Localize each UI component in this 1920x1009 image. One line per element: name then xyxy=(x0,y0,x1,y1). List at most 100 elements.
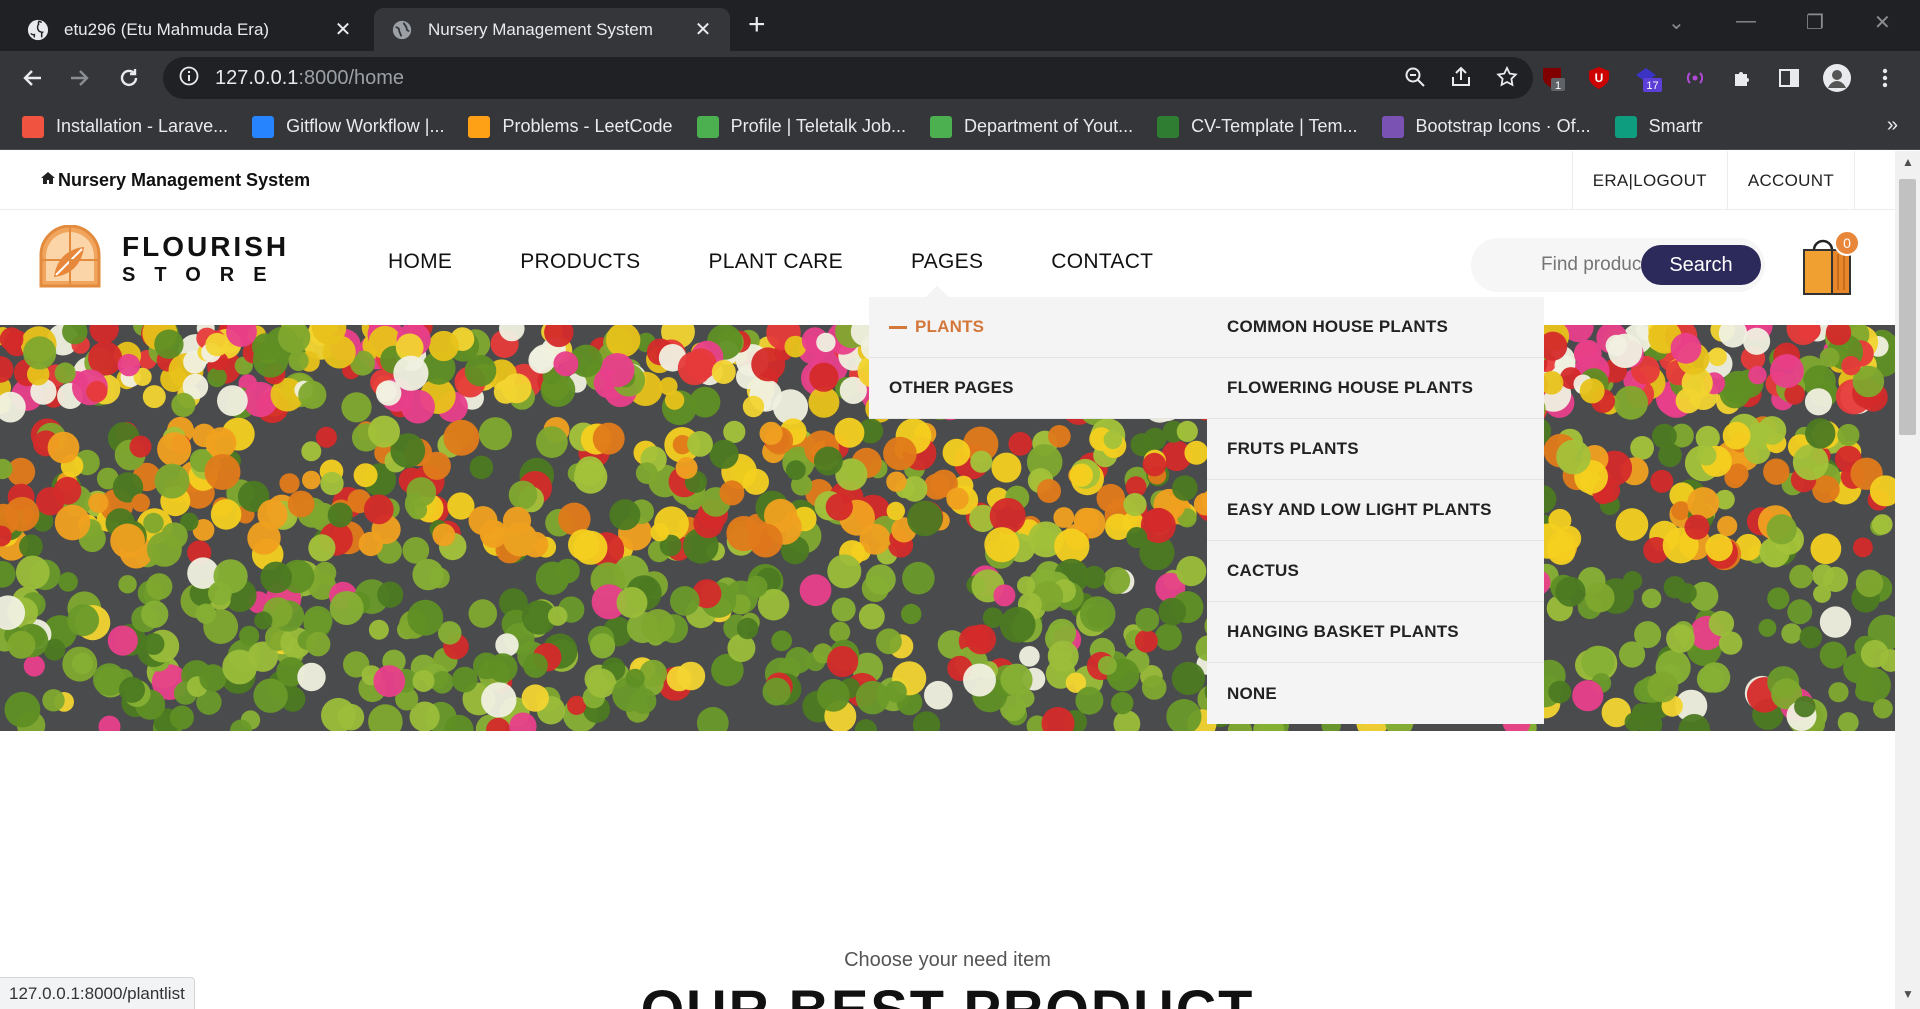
new-tab-icon[interactable]: + xyxy=(748,10,766,40)
nav-home[interactable]: HOME xyxy=(388,250,452,274)
site-info-icon[interactable] xyxy=(179,66,199,91)
atlassian-icon xyxy=(252,115,275,138)
ublock-origin-icon[interactable]: U xyxy=(1584,63,1614,93)
dropdown-item-cactus[interactable]: CACTUS xyxy=(1207,541,1544,602)
nav-products[interactable]: PRODUCTS xyxy=(520,250,640,274)
web-page: Nursery Management System ERA|LOGOUT ACC… xyxy=(0,151,1895,1009)
bookmark-label: Department of Yout... xyxy=(964,116,1134,136)
close-tab-icon[interactable]: ✕ xyxy=(332,19,354,41)
browser-menu-icon[interactable] xyxy=(1870,63,1900,93)
svg-text:U: U xyxy=(1595,71,1604,85)
page-scrollbar[interactable]: ▲ ▼ xyxy=(1895,151,1920,1009)
search-box: Search xyxy=(1471,238,1765,292)
bookmark-item[interactable]: Installation - Larave... xyxy=(22,115,228,138)
scrollbar-thumb[interactable] xyxy=(1899,179,1916,435)
nav-plant-care[interactable]: PLANT CARE xyxy=(708,250,843,274)
leetcode-icon xyxy=(468,115,491,138)
svg-text:1: 1 xyxy=(1555,80,1561,92)
teletalk-icon xyxy=(696,115,719,138)
shopping-bag-icon xyxy=(1800,239,1856,300)
cv-icon xyxy=(1157,115,1180,138)
govt-icon xyxy=(930,115,952,138)
back-icon[interactable] xyxy=(16,61,50,95)
tab-search-icon[interactable]: ⌄ xyxy=(1668,10,1685,35)
tab-title: Nursery Management System xyxy=(428,19,653,39)
pages-dropdown-menu: PLANTS OTHER PAGES COMMON HOUSE PLANTS F… xyxy=(869,285,1544,724)
nav-contact[interactable]: CONTACT xyxy=(1051,250,1153,274)
store-logo[interactable]: FLOURISH STORE xyxy=(38,224,290,294)
minimize-icon[interactable]: — xyxy=(1736,10,1756,33)
active-dash-icon xyxy=(889,325,907,329)
section-title: OUR BEST PRODUCT xyxy=(0,977,1895,1009)
bookmark-item[interactable]: Smartr xyxy=(1614,115,1703,138)
dropdown-subcategories: COMMON HOUSE PLANTS FLOWERING HOUSE PLAN… xyxy=(1207,297,1544,724)
window-close-icon[interactable]: ✕ xyxy=(1874,10,1891,35)
site-top-bar: Nursery Management System ERA|LOGOUT ACC… xyxy=(0,151,1895,210)
browser-tab-github[interactable]: etu296 (Etu Mahmuda Era) ✕ xyxy=(10,8,370,51)
bookmark-label: Smartr xyxy=(1648,116,1703,136)
dropdown-item-flowering-house-plants[interactable]: FLOWERING HOUSE PLANTS xyxy=(1207,358,1544,419)
svg-text:17: 17 xyxy=(1646,80,1658,92)
reload-icon[interactable] xyxy=(112,61,146,95)
notifications-extension-icon[interactable]: 17 xyxy=(1632,63,1662,93)
address-bar[interactable]: 127.0.0.1:8000/home xyxy=(163,57,1533,99)
scroll-down-icon[interactable]: ▼ xyxy=(1902,987,1914,1001)
logo-title: FLOURISH xyxy=(122,230,290,262)
extensions-puzzle-icon[interactable] xyxy=(1728,63,1758,93)
bookmark-label: CV-Template | Tem... xyxy=(1191,116,1358,136)
zoom-icon[interactable] xyxy=(1403,65,1427,94)
link-status-bar: 127.0.0.1:8000/plantlist xyxy=(0,977,195,1009)
dropdown-categories: PLANTS OTHER PAGES xyxy=(869,297,1207,419)
smartr-icon xyxy=(1614,115,1637,138)
ublock-icon[interactable]: 1 xyxy=(1538,63,1568,93)
bookmarks-bar: Installation - Larave... Gitflow Workflow… xyxy=(0,104,1920,150)
profile-avatar-icon[interactable] xyxy=(1822,63,1852,93)
bookmark-item[interactable]: Problems - LeetCode xyxy=(468,115,673,138)
dropdown-item-common-house-plants[interactable]: COMMON HOUSE PLANTS xyxy=(1207,297,1544,358)
logo-subtitle: STORE xyxy=(122,263,286,286)
main-nav: HOME PRODUCTS PLANT CARE PAGES CONTACT xyxy=(388,250,1221,274)
restore-icon[interactable]: ❐ xyxy=(1806,10,1824,35)
bootstrap-icon xyxy=(1381,115,1404,138)
site-brand-label: Nursery Management System xyxy=(58,170,311,190)
bookmark-label: Gitflow Workflow |... xyxy=(286,116,445,136)
search-button[interactable]: Search xyxy=(1641,245,1761,285)
account-links: ERA|LOGOUT ACCOUNT xyxy=(1571,151,1855,210)
share-icon[interactable] xyxy=(1449,65,1473,94)
site-brand[interactable]: Nursery Management System xyxy=(40,170,310,191)
dropdown-item-label: OTHER PAGES xyxy=(889,378,1014,397)
side-panel-icon[interactable] xyxy=(1774,63,1804,93)
bookmark-item[interactable]: Gitflow Workflow |... xyxy=(252,115,445,138)
dropdown-item-hanging-basket-plants[interactable]: HANGING BASKET PLANTS xyxy=(1207,602,1544,663)
bookmark-item[interactable]: Bootstrap Icons · Of... xyxy=(1381,115,1591,138)
nav-pages[interactable]: PAGES xyxy=(911,250,983,274)
close-tab-icon[interactable]: ✕ xyxy=(692,19,714,41)
dropdown-item-label: PLANTS xyxy=(915,317,985,336)
dropdown-item-none[interactable]: NONE xyxy=(1207,663,1544,724)
dropdown-item-fruts-plants[interactable]: FRUTS PLANTS xyxy=(1207,419,1544,480)
globe-icon xyxy=(390,18,414,42)
cart-button[interactable]: 0 xyxy=(1800,230,1860,302)
laravel-icon xyxy=(22,115,44,138)
scroll-up-icon[interactable]: ▲ xyxy=(1902,155,1914,169)
dropdown-item-other-pages[interactable]: OTHER PAGES xyxy=(869,358,1207,419)
bookmarks-overflow-icon[interactable]: » xyxy=(1887,114,1898,137)
bookmark-label: Bootstrap Icons · Of... xyxy=(1415,116,1591,136)
browser-tab-strip: etu296 (Etu Mahmuda Era) ✕ Nursery Manag… xyxy=(0,0,1920,51)
browser-tab-nursery[interactable]: Nursery Management System ✕ xyxy=(374,8,730,51)
forward-icon[interactable] xyxy=(62,61,96,95)
account-link[interactable]: ACCOUNT xyxy=(1726,151,1855,210)
dropdown-item-plants[interactable]: PLANTS xyxy=(869,297,1207,358)
bookmark-item[interactable]: Profile | Teletalk Job... xyxy=(696,115,906,138)
bookmark-star-icon[interactable] xyxy=(1495,65,1519,94)
bookmark-label: Problems - LeetCode xyxy=(502,116,673,136)
search-input[interactable] xyxy=(1541,250,1651,280)
bookmark-label: Profile | Teletalk Job... xyxy=(730,116,906,136)
cart-count-badge: 0 xyxy=(1834,230,1860,256)
bookmark-item[interactable]: Department of Yout... xyxy=(930,115,1134,138)
broadcast-icon[interactable] xyxy=(1680,63,1710,93)
logout-link[interactable]: ERA|LOGOUT xyxy=(1571,151,1727,210)
browser-toolbar: 127.0.0.1:8000/home 1 U 17 xyxy=(0,51,1920,104)
dropdown-item-easy-low-light-plants[interactable]: EASY AND LOW LIGHT PLANTS xyxy=(1207,480,1544,541)
bookmark-item[interactable]: CV-Template | Tem... xyxy=(1157,115,1358,138)
